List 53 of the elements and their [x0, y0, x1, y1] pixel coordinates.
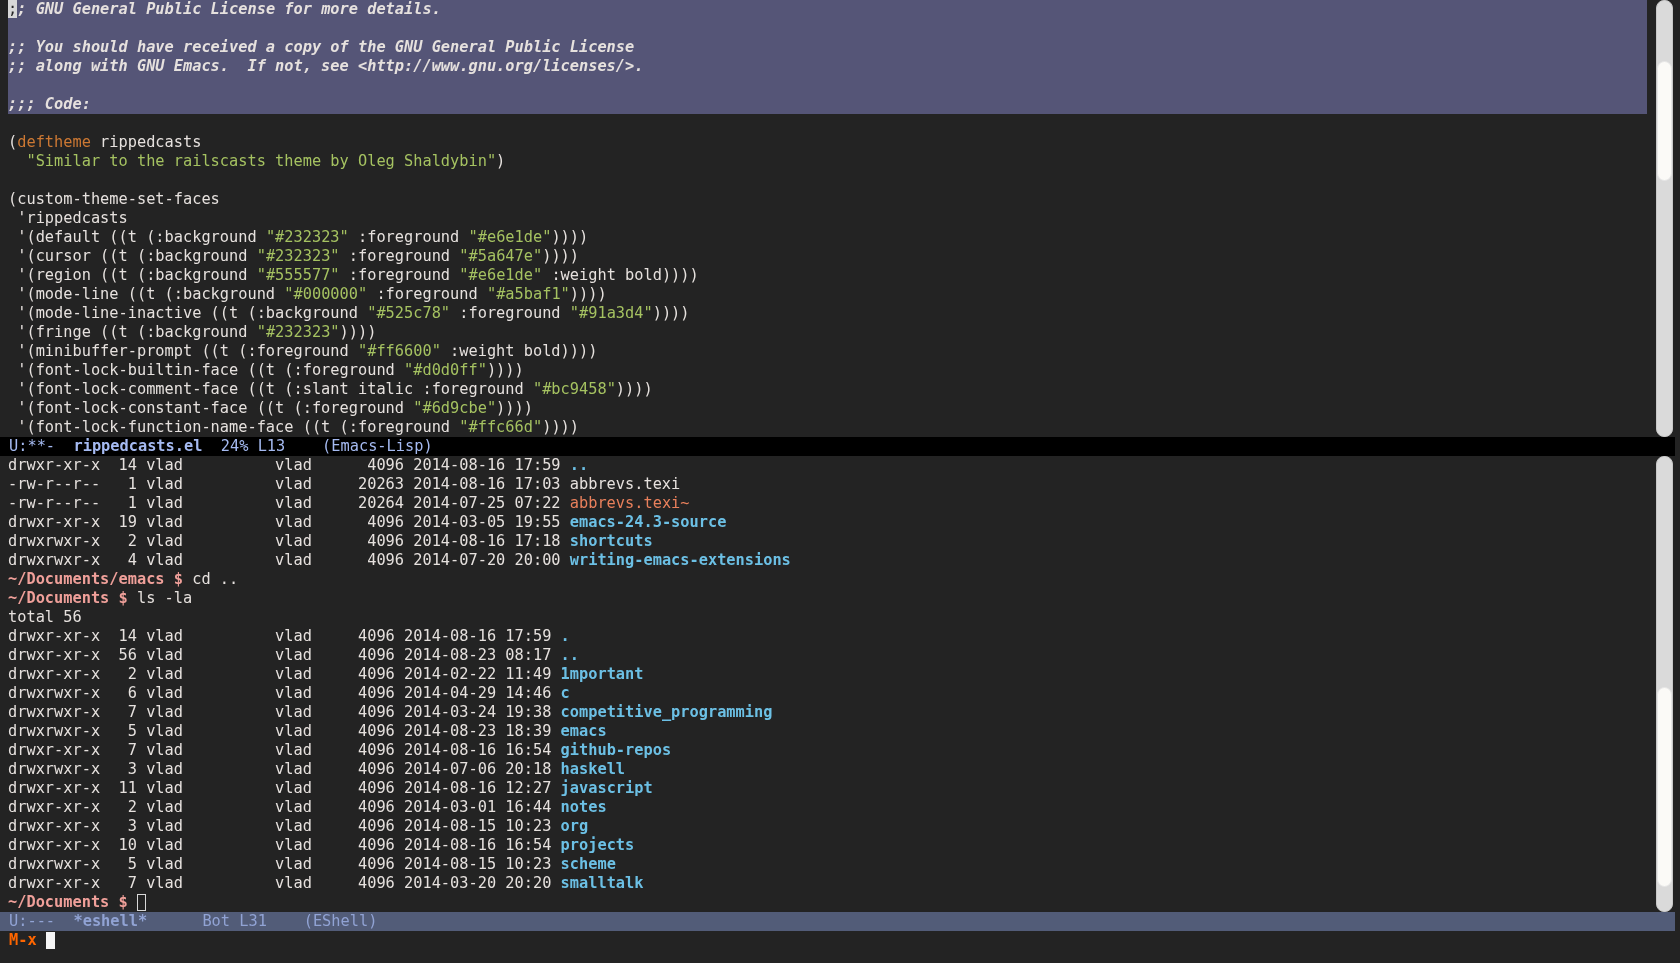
code-line: '(default ((t (:background "#232323" :foreground "#e6e1de")))): [16, 228, 590, 247]
code-line: drwxrwxr-x 2 vlad vlad 4096 2014-08-16 17:18 shortcuts: [8, 532, 654, 551]
code-line: '(mode-line ((t (:background "#000000" :foreground "#a5baf1")))): [16, 285, 608, 304]
code-line: '(mode-line-inactive ((t (:background "#525c78" :foreground "#91a3d4")))): [16, 304, 691, 323]
buffer-status: U:**-: [9, 437, 56, 456]
code-line: '(font-lock-function-name-face ((t (:foreground "#ffc66d")))): [16, 418, 580, 437]
code-line: '(minibuffer-prompt ((t (:foreground "#ff6600" :weight bold)))): [16, 342, 599, 361]
code-line: drwxr-xr-x 2 vlad vlad 4096 2014-03-01 16:44 notes: [8, 798, 608, 817]
code-line: -rw-r--r-- 1 vlad vlad 20263 2014-08-16 17:03 abbrevs.texi: [8, 475, 682, 494]
code-line: (custom-theme-set-faces: [8, 190, 221, 209]
major-mode: (Emacs-Lisp): [322, 437, 433, 456]
minibuffer-prompt: M-x: [9, 931, 37, 950]
code-line: drwxr-xr-x 56 vlad vlad 4096 2014-08-23 08:17 ..: [8, 646, 580, 665]
cursor-position: Bot L31: [202, 912, 267, 931]
code-line: drwxrwxr-x 3 vlad vlad 4096 2014-07-06 20:18 haskell: [8, 760, 627, 779]
scrollbar-thumb[interactable]: [1657, 61, 1672, 181]
code-line: drwxr-xr-x 2 vlad vlad 4096 2014-02-22 11:49 1mportant: [8, 665, 645, 684]
code-line: '(font-lock-constant-face ((t (:foreground "#6d9cbe")))): [16, 399, 534, 418]
buffer-status: U:---: [9, 912, 56, 931]
scrollbar-track[interactable]: [1656, 0, 1673, 437]
code-line: drwxr-xr-x 7 vlad vlad 4096 2014-08-16 16:54 github-repos: [8, 741, 673, 760]
code-line: '(font-lock-comment-face ((t (:slant italic :foreground "#bc9458")))): [16, 380, 654, 399]
code-line: ~/Documents/emacs $ cd ..: [8, 570, 240, 589]
code-line: '(fringe ((t (:background "#232323")))): [16, 323, 378, 342]
code-line: -rw-r--r-- 1 vlad vlad 20264 2014-07-25 07:22 abbrevs.texi~: [8, 494, 691, 513]
code-line: drwxr-xr-x 14 vlad vlad 4096 2014-08-16 17:59 .: [8, 627, 571, 646]
code-line: '(cursor ((t (:background "#232323" :foreground "#5a647e")))): [16, 247, 581, 266]
code-line: '(region ((t (:background "#555577" :foreground "#e6e1de" :weight bold)))): [16, 266, 700, 285]
code-line: drwxr-xr-x 14 vlad vlad 4096 2014-08-16 17:59 ..: [8, 456, 590, 475]
prompt-line: ~/Documents $: [8, 893, 1647, 912]
code-line: drwxr-xr-x 7 vlad vlad 4096 2014-03-20 20:20 smalltalk: [8, 874, 645, 893]
code-line: drwxrwxr-x 6 vlad vlad 4096 2014-04-29 14:46 c: [8, 684, 571, 703]
code-line: '(font-lock-builtin-face ((t (:foreground "#d0d0ff")))): [16, 361, 525, 380]
code-line: ~/Documents $ ls -la: [8, 589, 194, 608]
buffer-name: rippedcasts.el: [73, 437, 203, 456]
code-line: "Similar to the railscasts theme by Oleg Shaldybin"): [25, 152, 507, 171]
code-line: drwxr-xr-x 3 vlad vlad 4096 2014-08-15 10:23 org: [8, 817, 590, 836]
code-line: drwxrwxr-x 5 vlad vlad 4096 2014-08-23 18:39 emacs: [8, 722, 608, 741]
code-line: drwxr-xr-x 10 vlad vlad 4096 2014-08-16 16:54 projects: [8, 836, 636, 855]
code-line: (deftheme rippedcasts: [8, 133, 203, 152]
buffer-name: *eshell*: [73, 912, 148, 931]
scrollbar-thumb[interactable]: [1657, 687, 1672, 887]
code-line: drwxrwxr-x 5 vlad vlad 4096 2014-08-15 10:23 scheme: [8, 855, 617, 874]
major-mode: (EShell): [303, 912, 378, 931]
minibuffer[interactable]: M-x: [0, 931, 1680, 950]
code-line: drwxr-xr-x 11 vlad vlad 4096 2014-08-16 12:27 javascript: [8, 779, 654, 798]
code-line: drwxr-xr-x 19 vlad vlad 4096 2014-03-05 19:55 emacs-24.3-source: [8, 513, 728, 532]
code-line: 'rippedcasts: [16, 209, 129, 228]
cursor-position: 24% L13: [220, 437, 286, 456]
code-line: total 56: [8, 608, 83, 627]
code-line: drwxrwxr-x 4 vlad vlad 4096 2014-07-20 20:00 writing-emacs-extensions: [8, 551, 792, 570]
code-line: drwxrwxr-x 7 vlad vlad 4096 2014-03-24 19:38 competitive_programming: [8, 703, 774, 722]
scrollbar-track[interactable]: [1656, 456, 1673, 912]
